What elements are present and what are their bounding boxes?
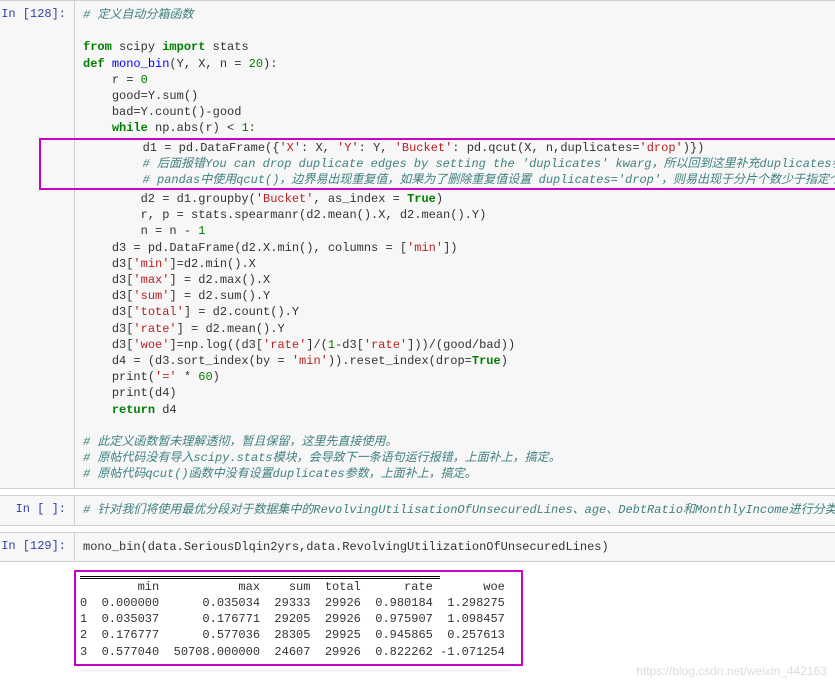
watermark-text: https://blog.csdn.net/weixin_442163: [636, 664, 827, 678]
prompt-in-blank: In [ ]:: [0, 496, 74, 524]
code-block: # 针对我们将使用最优分段对于数据集中的RevolvingUtilisation…: [83, 502, 835, 518]
output-text: min max sum total rate woe 0 0.000000 0.…: [80, 576, 505, 660]
highlight-box-code: d1 = pd.DataFrame({'X': X, 'Y': Y, 'Buck…: [39, 138, 835, 191]
output-prompt: [0, 568, 66, 674]
output-cell-129: min max sum total rate woe 0 0.000000 0.…: [0, 568, 835, 674]
code-block: # 定义自动分箱函数 from scipy import stats def m…: [83, 7, 835, 482]
code-input-129[interactable]: mono_bin(data.SeriousDlqin2yrs,data.Revo…: [74, 533, 835, 561]
code-cell-128: In [128]: # 定义自动分箱函数 from scipy import s…: [0, 0, 835, 489]
code-block: mono_bin(data.SeriousDlqin2yrs,data.Revo…: [83, 539, 827, 555]
code-cell-129: In [129]: mono_bin(data.SeriousDlqin2yrs…: [0, 532, 835, 562]
output-area: min max sum total rate woe 0 0.000000 0.…: [66, 568, 835, 674]
highlight-box-output: min max sum total rate woe 0 0.000000 0.…: [74, 570, 523, 666]
prompt-in-129: In [129]:: [0, 533, 74, 561]
code-cell-blank: In [ ]: # 针对我们将使用最优分段对于数据集中的RevolvingUti…: [0, 495, 835, 525]
code-input-128[interactable]: # 定义自动分箱函数 from scipy import stats def m…: [74, 1, 835, 488]
prompt-in-128: In [128]:: [0, 1, 74, 488]
code-input-blank[interactable]: # 针对我们将使用最优分段对于数据集中的RevolvingUtilisation…: [74, 496, 835, 524]
